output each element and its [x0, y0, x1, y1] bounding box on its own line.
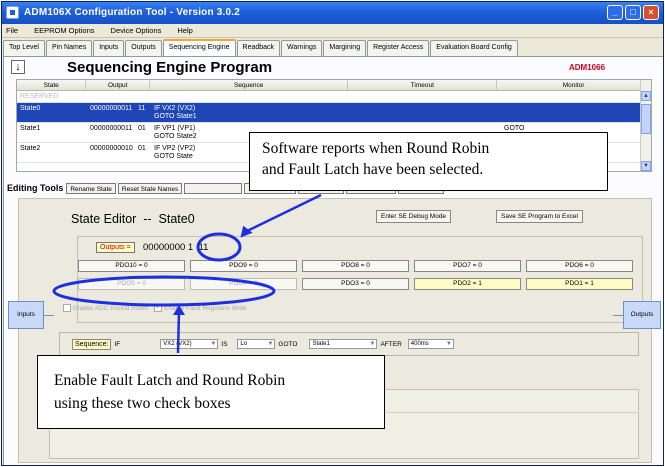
bottom-callout-line: Enable Fault Latch and Round Robin [54, 372, 286, 389]
menu-eeprom-options[interactable]: EEPROM Options [32, 26, 96, 35]
enable-adc-round-robin-checkbox[interactable] [63, 304, 71, 312]
table-row[interactable]: RESERVED [17, 91, 651, 103]
if-label: IF [114, 340, 121, 348]
outputs-value-prefix: 00000000 [143, 242, 186, 253]
pdo2-toggle[interactable]: PDO2 = 1 [414, 278, 521, 290]
pdo6-toggle[interactable]: PDO6 = 0 [526, 260, 633, 272]
tab-top-level[interactable]: Top Level [3, 40, 45, 56]
state-cell: State1 [20, 125, 41, 132]
outputs-button[interactable]: Outputs [623, 301, 661, 329]
pdo-row-lower: PDO5 = 0 PDO4 = 0 PDO3 = 0 PDO2 = 1 PDO1… [78, 278, 638, 290]
tab-register-access[interactable]: Register Access [367, 40, 430, 56]
outputs-value-bits: 1 11 [187, 242, 209, 253]
after-label: AFTER [380, 340, 402, 348]
reset-state-names-button[interactable]: Reset State Names [117, 182, 183, 194]
download-arrow-icon[interactable]: ↓ [11, 60, 25, 74]
goto-label: GOTO [278, 340, 298, 348]
enter-se-debug-mode-button[interactable]: Enter SE Debug Mode [376, 210, 452, 223]
rename-state-button[interactable]: Rename State [66, 182, 116, 194]
signal-dropdown[interactable]: VX2 (VX2) [160, 339, 219, 349]
pdo5-toggle[interactable]: PDO5 = 0 [78, 278, 185, 290]
tool-button[interactable] [184, 182, 243, 194]
tab-evaluation-board-config[interactable]: Evaluation Board Config [430, 40, 518, 56]
editing-tools-label: Editing Tools [7, 183, 64, 193]
enable-adc-round-robin-label: Enable ADC Round Robin [73, 304, 149, 312]
grid-header: State Output Sequence Timeout Monitor [17, 80, 651, 91]
output-bits-cell: 01 [138, 125, 146, 132]
bottom-callout-line: using these two check boxes [54, 395, 231, 412]
menu-bar: File EEPROM Options Device Options Help [2, 24, 663, 38]
sequence-cell: IF VX2 (VX2) GOTO State1 [151, 103, 291, 123]
bottom-callout: Enable Fault Latch and Round Robin using… [37, 355, 385, 429]
grid-scrollbar[interactable]: ▲ ▼ [640, 80, 651, 171]
menu-device-options[interactable]: Device Options [109, 26, 164, 35]
pdo1-toggle[interactable]: PDO1 = 1 [526, 278, 633, 290]
column-header-timeout[interactable]: Timeout [348, 80, 498, 90]
pdo3-toggle[interactable]: PDO3 = 0 [302, 278, 409, 290]
state-cell: State2 [20, 145, 41, 152]
table-row[interactable]: State0 00000000011 11 IF VX2 (VX2) GOTO … [17, 103, 651, 123]
state-cell: RESERVED [20, 93, 59, 100]
app-icon [6, 6, 19, 19]
target-state-dropdown[interactable]: State1 [309, 339, 378, 349]
enable-fault-registers-write-checkbox[interactable] [154, 302, 163, 312]
pdo8-toggle[interactable]: PDO8 = 0 [302, 260, 409, 272]
top-callout-line: and Fault Latch have been selected. [262, 161, 484, 178]
tab-margining[interactable]: Margining [323, 40, 367, 56]
outputs-connector-line [613, 315, 623, 316]
minimize-button[interactable]: _ [607, 5, 623, 20]
column-header-state[interactable]: State [17, 80, 87, 90]
tab-sequencing-engine[interactable]: Sequencing Engine [162, 39, 236, 56]
maximize-button[interactable]: □ [625, 5, 641, 20]
sequence-editor-row: Sequence: IF VX2 (VX2) IS Lo GOTO State1… [59, 332, 639, 356]
pdo-row-upper: PDO10 = 0 PDO9 = 0 PDO8 = 0 PDO7 = 0 PDO… [78, 260, 638, 272]
tab-pin-names[interactable]: Pin Names [45, 40, 93, 56]
save-se-program-to-excel-button[interactable]: Save SE Program to Excel [496, 210, 583, 223]
enable-fault-registers-write-label: Enable Fault Registers Write [164, 304, 247, 312]
output-bits-cell: 11 [138, 105, 146, 112]
pdo10-toggle[interactable]: PDO10 = 0 [78, 260, 185, 272]
inputs-connector-line [44, 315, 54, 316]
close-button[interactable]: × [643, 5, 659, 20]
top-callout-line: Software reports when Round Robin [262, 140, 490, 157]
column-header-monitor[interactable]: Monitor [497, 80, 651, 90]
sequence-line: GOTO State1 [154, 113, 197, 120]
output-cell: 00000000011 [90, 125, 133, 132]
level-dropdown[interactable]: Lo [237, 339, 276, 349]
tab-warnings[interactable]: Warnings [281, 40, 323, 56]
scroll-thumb[interactable] [641, 104, 651, 134]
menu-help[interactable]: Help [175, 26, 194, 35]
tab-inputs[interactable]: Inputs [93, 40, 125, 56]
sequence-line: IF VX2 (VX2) [154, 105, 196, 112]
sequence-label: Sequence: [72, 338, 112, 350]
column-header-sequence[interactable]: Sequence [150, 80, 349, 90]
is-label: IS [221, 340, 228, 348]
title-bar[interactable]: ADM106X Configuration Tool - Version 3.0… [2, 2, 663, 24]
tab-outputs[interactable]: Outputs [125, 40, 162, 56]
output-cell: 00000000011 [90, 105, 133, 112]
output-bits-cell: 01 [138, 145, 146, 152]
outputs-label: Outputs = [96, 242, 135, 253]
window-title: ADM106X Configuration Tool - Version 3.0… [24, 7, 241, 18]
delay-dropdown[interactable]: 400ms [407, 339, 454, 349]
outputs-value: 00000000 1 11 [143, 242, 208, 253]
output-cell: 00000000010 [90, 145, 133, 152]
inputs-button[interactable]: Inputs [8, 301, 44, 329]
window-controls: _ □ × [607, 5, 659, 20]
tab-strip: Top Level Pin Names Inputs Outputs Seque… [3, 39, 663, 56]
pdo4-toggle[interactable]: PDO4 = 0 [190, 278, 297, 290]
menu-file[interactable]: File [4, 26, 20, 35]
top-callout: Software reports when Round Robin and Fa… [249, 132, 608, 191]
scroll-down-icon[interactable]: ▼ [641, 161, 651, 171]
option-checkboxes: Enable ADC Round Robin Enable Fault Regi… [63, 302, 247, 312]
pdo7-toggle[interactable]: PDO7 = 0 [414, 260, 521, 272]
state-editor-title: State Editor -- State0 [71, 212, 195, 226]
column-header-output[interactable]: Output [86, 80, 150, 90]
page-title: Sequencing Engine Program [67, 59, 273, 76]
device-name: ADM1066 [569, 63, 606, 72]
tab-readback[interactable]: Readback [236, 40, 281, 56]
pdo9-toggle[interactable]: PDO9 = 0 [190, 260, 297, 272]
scroll-up-icon[interactable]: ▲ [641, 91, 651, 101]
state-cell: State0 [20, 105, 41, 112]
